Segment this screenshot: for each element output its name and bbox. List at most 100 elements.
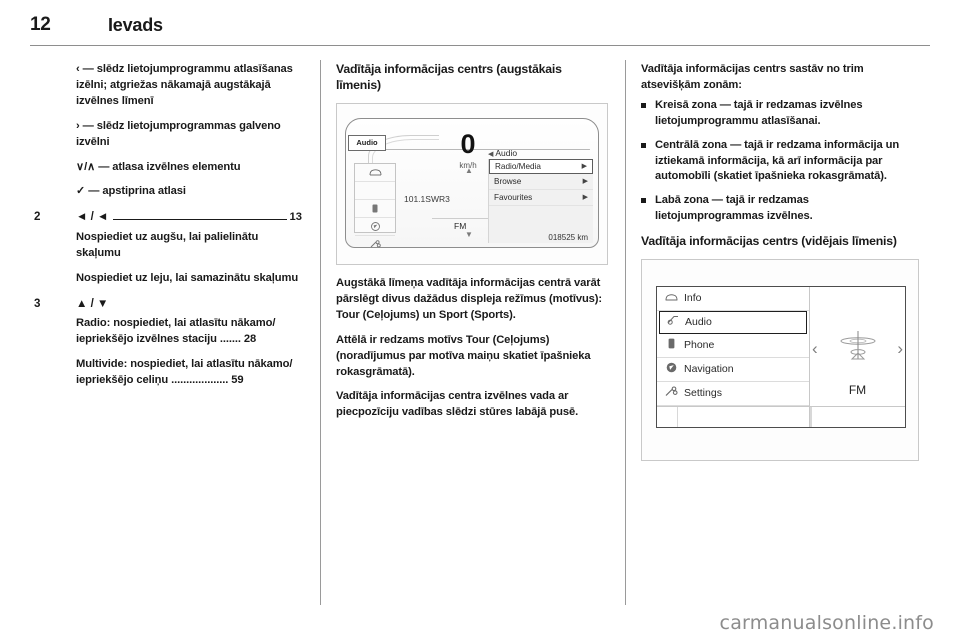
description-text: Radio: nospiediet, lai atlasītu nākamo/ … xyxy=(76,317,276,346)
control-text: ✓ — apstiprina atlasi xyxy=(76,185,186,198)
body-paragraph: Augstākā līmeņa vadītāja informācijas ce… xyxy=(336,276,603,321)
menu-item-phone[interactable]: Phone xyxy=(657,334,809,359)
list-item: Kreisā zona — tajā ir redzamas izvēlnes … xyxy=(641,98,919,130)
menu-item-label: Navigation xyxy=(684,363,734,376)
menu-title: ◀ Audio xyxy=(488,147,517,160)
item-number: 2 xyxy=(34,210,41,224)
band-label: FM xyxy=(848,383,867,398)
body-paragraph: Attēlā ir redzams motīvs Tour (Ceļojums)… xyxy=(336,333,591,378)
page-title: Ievads xyxy=(108,15,163,35)
dic-bottom-bar xyxy=(657,406,905,428)
car-icon xyxy=(369,169,381,176)
column-divider-2 xyxy=(625,60,626,605)
chevron-right-icon: ▶ xyxy=(581,162,587,170)
bottom-cell-1 xyxy=(657,407,678,428)
dic-screen: Info Audio Phone Navigation Settings ‹ F… xyxy=(656,286,906,429)
control-text: ∨/∧ — atlasa izvēlnes elementu xyxy=(76,160,241,173)
chevron-right-icon: ▶ xyxy=(582,177,588,185)
station-name: 101.1SWR3 xyxy=(404,193,450,204)
chevron-right-icon[interactable]: › xyxy=(897,337,903,361)
item-description: Radio: nospiediet, lai atlasītu nākamo/ … xyxy=(30,316,302,348)
chevron-down-icon: ▼ xyxy=(465,229,473,239)
zones-intro: Vadītāja informācijas centrs sastāv no t… xyxy=(641,63,864,91)
phone-icon xyxy=(372,204,378,213)
rail-cell-phone[interactable] xyxy=(355,200,395,218)
seek-icon: ▲ / ▼ xyxy=(76,297,109,310)
car-icon xyxy=(665,292,678,306)
column-left: ‹ — slēdz lietojumprogrammu atlasīšanas … xyxy=(30,62,302,398)
settings-icon xyxy=(665,385,678,402)
menu-item-navigation[interactable]: Navigation xyxy=(657,358,809,383)
menu-item-favourites[interactable]: Favourites ▶ xyxy=(489,190,593,206)
audio-icon xyxy=(666,315,679,330)
body-paragraph: Vadītāja informācijas centra izvēlnes va… xyxy=(336,390,579,419)
bottom-cell-2 xyxy=(678,407,811,428)
menu-item-label: Favourites xyxy=(494,192,533,202)
menu-item-label: Phone xyxy=(684,339,715,352)
column-middle: Vadītāja informācijas centrs (augstākais… xyxy=(336,62,608,430)
list-item: 3 ▲ / ▼ xyxy=(30,296,302,312)
description-text: Nospiediet uz leju, lai samazinātu skaļu… xyxy=(76,272,299,285)
control-description: ‹ — slēdz lietojumprogrammu atlasīšanas … xyxy=(30,62,302,110)
radio-tower-icon xyxy=(840,331,875,360)
menu-item-radio-media[interactable]: Radio/Media ▶ xyxy=(489,158,593,174)
item-description: Nospiediet uz augšu, lai palielinātu ska… xyxy=(30,230,302,262)
menu-title-label: Audio xyxy=(495,147,518,158)
instrument-cluster: 0 km/h Audio ▲ 101.1SWR3 FM ▼ ◀ Audio Ra… xyxy=(345,117,599,248)
chevron-left-icon[interactable]: ‹ xyxy=(812,337,818,361)
figure-driver-information-centre-midlevel: Info Audio Phone Navigation Settings ‹ F… xyxy=(641,259,919,462)
menu-item-info[interactable]: Info xyxy=(657,287,809,312)
rail-cell-settings[interactable] xyxy=(355,236,395,253)
item-number: 3 xyxy=(34,296,41,310)
menu-item-label: Settings xyxy=(684,387,722,400)
band-divider xyxy=(432,217,488,219)
control-description: ∨/∧ — atlasa izvēlnes elementu xyxy=(30,160,302,176)
speed-value: 0 xyxy=(460,128,476,159)
item-description: Nospiediet uz leju, lai samazinātu skaļu… xyxy=(30,271,302,287)
rail-selected-audio[interactable]: Audio xyxy=(348,134,386,151)
list-item: 2 ◄ / ◄ 13 xyxy=(30,209,302,226)
menu-item-label: Radio/Media xyxy=(495,161,541,171)
zones-list: Kreisā zona — tajā ir redzamas izvēlnes … xyxy=(641,98,919,225)
menu-item-label: Browse xyxy=(494,176,522,186)
chevron-right-icon: ▶ xyxy=(582,193,588,201)
application-menu-panel: Radio/Media ▶ Browse ▶ Favourites ▶ xyxy=(488,158,593,243)
column-divider-1 xyxy=(320,60,321,605)
section-heading-midlevel: Vadītāja informācijas centrs (vidējais l… xyxy=(641,234,897,249)
menu-item-label: Audio xyxy=(685,316,712,329)
leader-line xyxy=(113,219,287,221)
menu-item-settings[interactable]: Settings xyxy=(657,382,809,407)
page-number: 12 xyxy=(30,14,51,35)
menu-item-audio[interactable]: Audio xyxy=(659,311,807,335)
volume-icon: ◄ / ◄ xyxy=(76,211,109,224)
phone-icon xyxy=(665,338,678,354)
control-text: › — slēdz lietojumprogrammas galveno izv… xyxy=(76,119,281,148)
navigation-icon xyxy=(665,362,678,378)
menu-item-browse[interactable]: Browse ▶ xyxy=(489,174,593,190)
menu-item-label: Info xyxy=(684,292,702,305)
chevron-up-icon: ▲ xyxy=(465,165,473,175)
description-text: Multivide: nospiediet, lai atlasītu nāka… xyxy=(76,358,293,387)
page-reference: 13 xyxy=(289,211,302,224)
settings-icon xyxy=(370,240,381,248)
odometer-value: 018525 km xyxy=(548,232,588,242)
page-header: 12 Ievads xyxy=(0,0,960,46)
control-text: ‹ — slēdz lietojumprogrammu atlasīšanas … xyxy=(76,63,293,107)
description-text: Nospiediet uz augšu, lai palielinātu ska… xyxy=(76,231,259,260)
control-description: › — slēdz lietojumprogrammas galveno izv… xyxy=(30,119,302,151)
navigation-icon xyxy=(370,222,380,231)
control-description: ✓ — apstiprina atlasi xyxy=(30,184,302,200)
column-right: Vadītāja informācijas centrs sastāv no t… xyxy=(641,62,919,472)
rail-cell-info[interactable] xyxy=(355,164,395,182)
rail-cell-navigation[interactable] xyxy=(355,218,395,236)
application-rail[interactable] xyxy=(354,162,396,248)
bottom-cell-3 xyxy=(811,407,812,428)
watermark: carmanualsonline.info xyxy=(719,612,934,634)
list-item: Labā zona — tajā ir redzamas lietojumpro… xyxy=(641,193,919,225)
header-divider xyxy=(30,45,930,46)
section-heading-uplevel: Vadītāja informācijas centrs (augstākais… xyxy=(336,62,562,92)
rail-cell-audio[interactable] xyxy=(355,182,395,200)
chevron-left-icon: ◀ xyxy=(488,150,494,158)
list-item: Centrālā zona — tajā ir redzama informāc… xyxy=(641,138,919,186)
figure-driver-information-centre-uplevel: 0 km/h Audio ▲ 101.1SWR3 FM ▼ ◀ Audio Ra… xyxy=(336,102,608,265)
